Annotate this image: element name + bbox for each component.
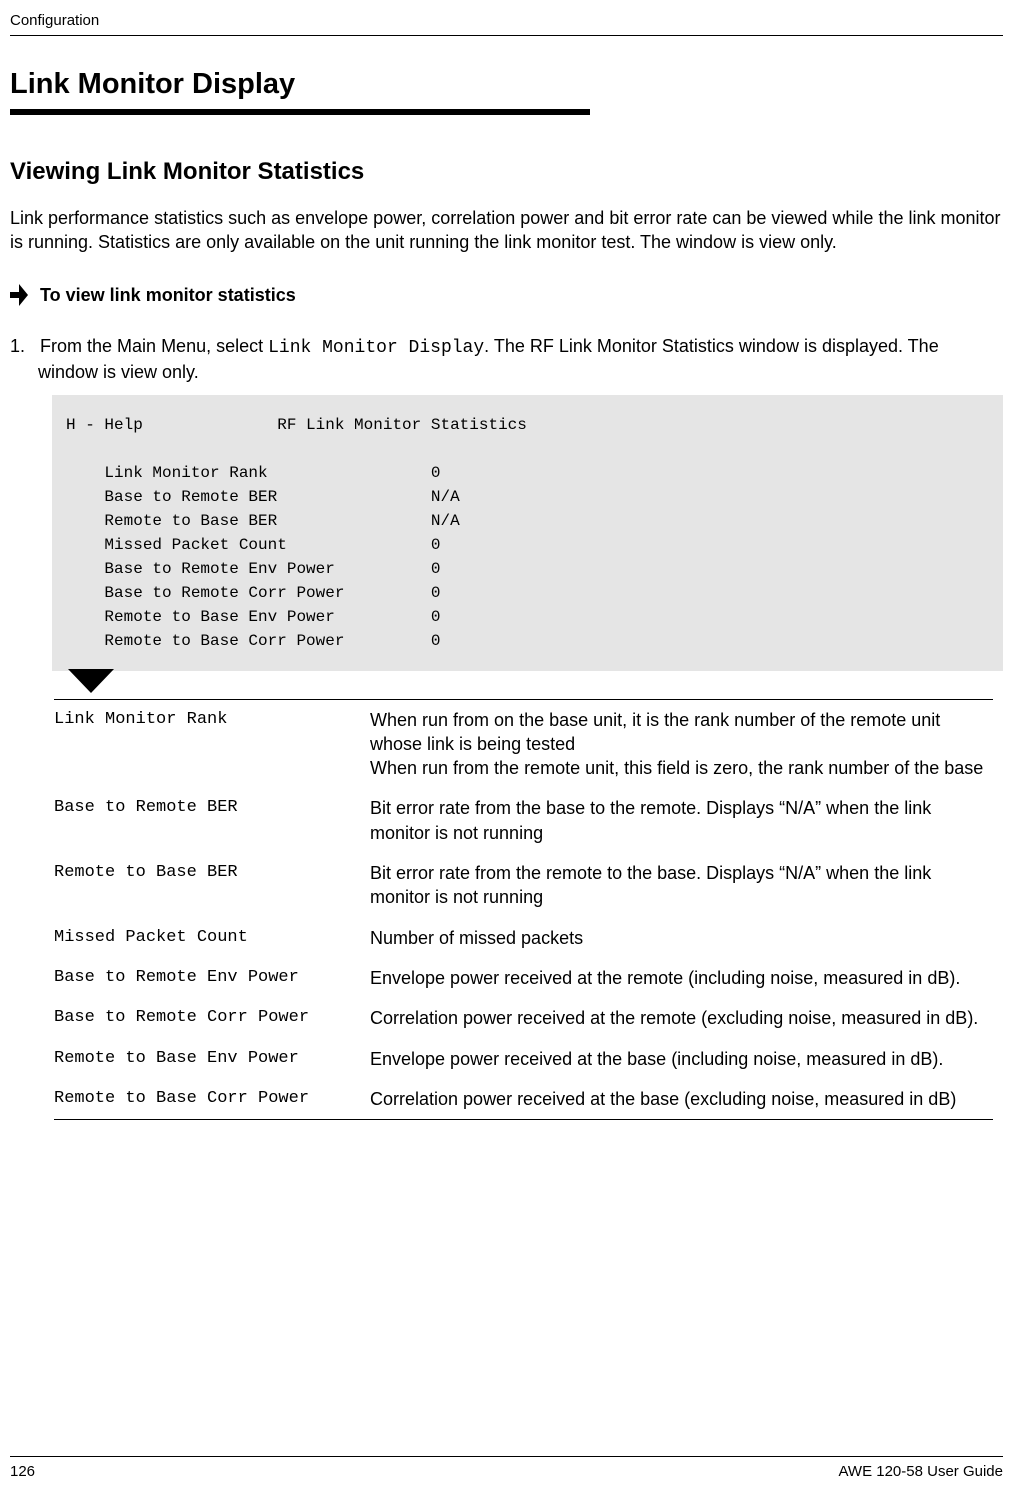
definitions-row: Base to Remote Corr PowerCorrelation pow… <box>54 998 993 1038</box>
definition-term: Remote to Base Env Power <box>54 1047 370 1071</box>
step-number: 1. <box>10 336 25 356</box>
definitions-row: Remote to Base Env PowerEnvelope power r… <box>54 1039 993 1079</box>
section-h2: Viewing Link Monitor Statistics <box>10 155 1003 189</box>
procedure-heading: To view link monitor statistics <box>10 283 1003 308</box>
definition-description: Number of missed packets <box>370 926 993 950</box>
definitions-row: Base to Remote Env PowerEnvelope power r… <box>54 958 993 998</box>
down-arrow-icon <box>68 669 1003 693</box>
section-h1: Link Monitor Display <box>10 64 1003 105</box>
procedure-heading-text: To view link monitor statistics <box>40 283 296 308</box>
definitions-row: Remote to Base Corr PowerCorrelation pow… <box>54 1079 993 1119</box>
step-text-a: From the Main Menu, select <box>40 336 268 356</box>
definition-description: Bit error rate from the base to the remo… <box>370 796 993 845</box>
definition-term: Remote to Base BER <box>54 861 370 910</box>
step-1: 1. From the Main Menu, select Link Monit… <box>10 334 1003 385</box>
definitions-row: Link Monitor RankWhen run from on the ba… <box>54 700 993 789</box>
definition-term: Base to Remote Env Power <box>54 966 370 990</box>
intro-paragraph: Link performance statistics such as enve… <box>10 206 1003 255</box>
terminal-output: H - Help RF Link Monitor Statistics Link… <box>52 395 1003 671</box>
definition-description: Bit error rate from the remote to the ba… <box>370 861 993 910</box>
definition-description: When run from on the base unit, it is th… <box>370 708 993 781</box>
header-rule <box>10 35 1003 36</box>
h1-rule <box>10 109 590 115</box>
page-header: Configuration <box>10 10 1003 31</box>
definitions-row: Remote to Base BERBit error rate from th… <box>54 853 993 918</box>
definition-term: Base to Remote BER <box>54 796 370 845</box>
definition-description: Envelope power received at the remote (i… <box>370 966 993 990</box>
definition-description: Correlation power received at the base (… <box>370 1087 993 1111</box>
definition-description: Envelope power received at the base (inc… <box>370 1047 993 1071</box>
definition-term: Base to Remote Corr Power <box>54 1006 370 1030</box>
definition-term: Remote to Base Corr Power <box>54 1087 370 1111</box>
step-mono: Link Monitor Display <box>268 338 484 358</box>
footer-guide-name: AWE 120-58 User Guide <box>838 1461 1003 1482</box>
pointer-arrow-icon <box>10 284 28 306</box>
definition-description: Correlation power received at the remote… <box>370 1006 993 1030</box>
footer-page-number: 126 <box>10 1461 35 1482</box>
definitions-row: Missed Packet CountNumber of missed pack… <box>54 918 993 958</box>
definition-term: Link Monitor Rank <box>54 708 370 781</box>
page-footer: 126 AWE 120-58 User Guide <box>10 1456 1003 1482</box>
definitions-row: Base to Remote BERBit error rate from th… <box>54 788 993 853</box>
definition-term: Missed Packet Count <box>54 926 370 950</box>
definitions-table: Link Monitor RankWhen run from on the ba… <box>54 699 993 1121</box>
